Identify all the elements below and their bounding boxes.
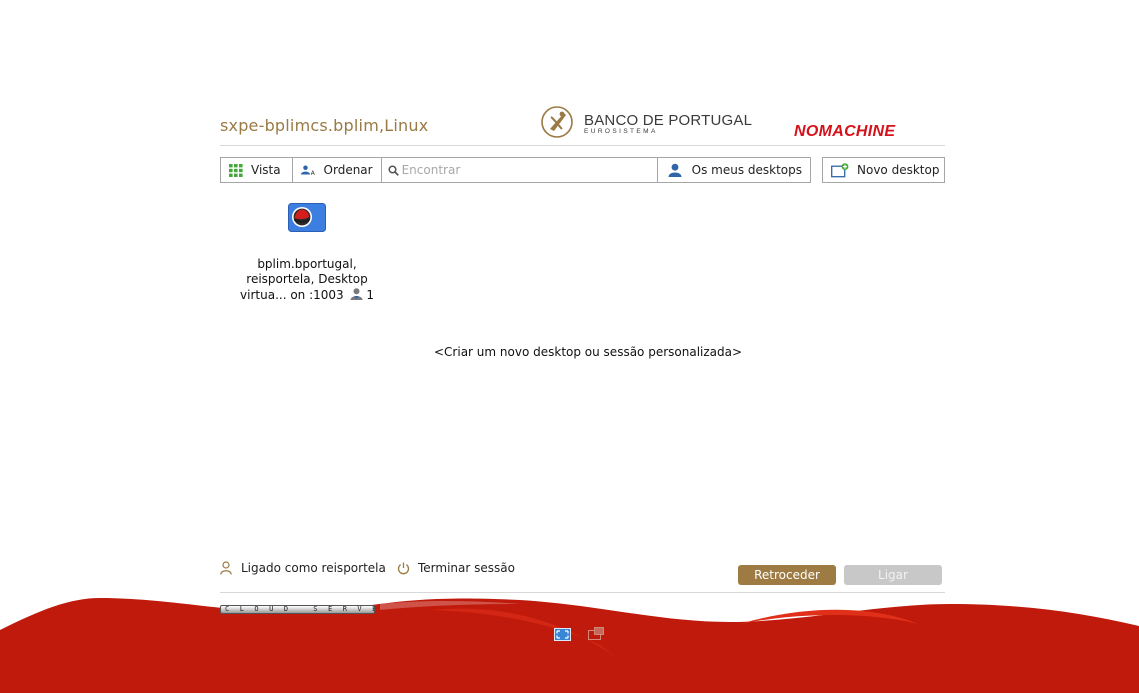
my-desktops-label: Os meus desktops	[691, 163, 802, 177]
power-icon	[397, 562, 410, 574]
grid-view-icon	[229, 163, 243, 177]
brand-name: BANCO DE PORTUGAL	[584, 112, 753, 129]
host-title: sxpe-bplimcs.bplim,Linux	[220, 116, 429, 135]
new-desktop-label: Novo desktop	[857, 163, 940, 177]
session-tile[interactable]: bplim.bportugal, reisportela, Desktop vi…	[236, 203, 378, 303]
new-desktop-button[interactable]: Novo desktop	[822, 157, 945, 183]
banco-de-portugal-emblem-icon	[541, 106, 573, 138]
window-mode-icon[interactable]	[588, 627, 605, 641]
user-outline-icon	[220, 561, 232, 575]
connect-button[interactable]: Ligar	[844, 565, 942, 585]
session-name-line1: bplim.bportugal,	[257, 256, 357, 271]
session-display: virtua... on :1003	[240, 287, 344, 302]
edition-badge: CLOUD SERVER	[220, 605, 375, 614]
logout-label: Terminar sessão	[418, 561, 515, 575]
toolbar: Vista A Ordenar Os meus desktops	[220, 157, 811, 183]
brand-subtitle: EUROSISTEMA	[584, 128, 658, 135]
logout-button[interactable]: Terminar sessão	[397, 561, 515, 575]
session-name-line2: reisportela, Desktop	[246, 272, 368, 286]
footer-divider	[220, 592, 945, 593]
nomachine-logo: NOMACHINE	[794, 123, 896, 140]
sort-button[interactable]: A Ordenar	[293, 158, 382, 182]
session-name-line3: virtua... on :1003 1	[236, 288, 378, 304]
sort-users-icon: A	[300, 165, 315, 177]
back-button[interactable]: Retroceder	[738, 565, 836, 585]
search-icon	[388, 164, 399, 176]
redhat-icon	[288, 203, 326, 232]
logged-in-label: Ligado como reisportela	[241, 561, 386, 575]
logged-in-status: Ligado como reisportela	[220, 561, 386, 575]
user-icon	[668, 163, 682, 177]
view-label: Vista	[251, 163, 281, 177]
svg-text:A: A	[310, 170, 315, 177]
session-user-count: 1	[366, 287, 374, 302]
new-desktop-icon	[831, 162, 849, 177]
view-button[interactable]: Vista	[221, 158, 293, 182]
header-divider	[220, 145, 945, 146]
fullscreen-icon[interactable]	[554, 628, 571, 641]
my-desktops-button[interactable]: Os meus desktops	[658, 158, 810, 182]
create-custom-session-link[interactable]: <Criar um novo desktop ou sessão persona…	[434, 345, 742, 359]
search-box[interactable]	[382, 158, 658, 182]
search-input[interactable]	[398, 163, 652, 177]
sort-label: Ordenar	[323, 163, 373, 177]
user-count-icon	[350, 287, 362, 300]
